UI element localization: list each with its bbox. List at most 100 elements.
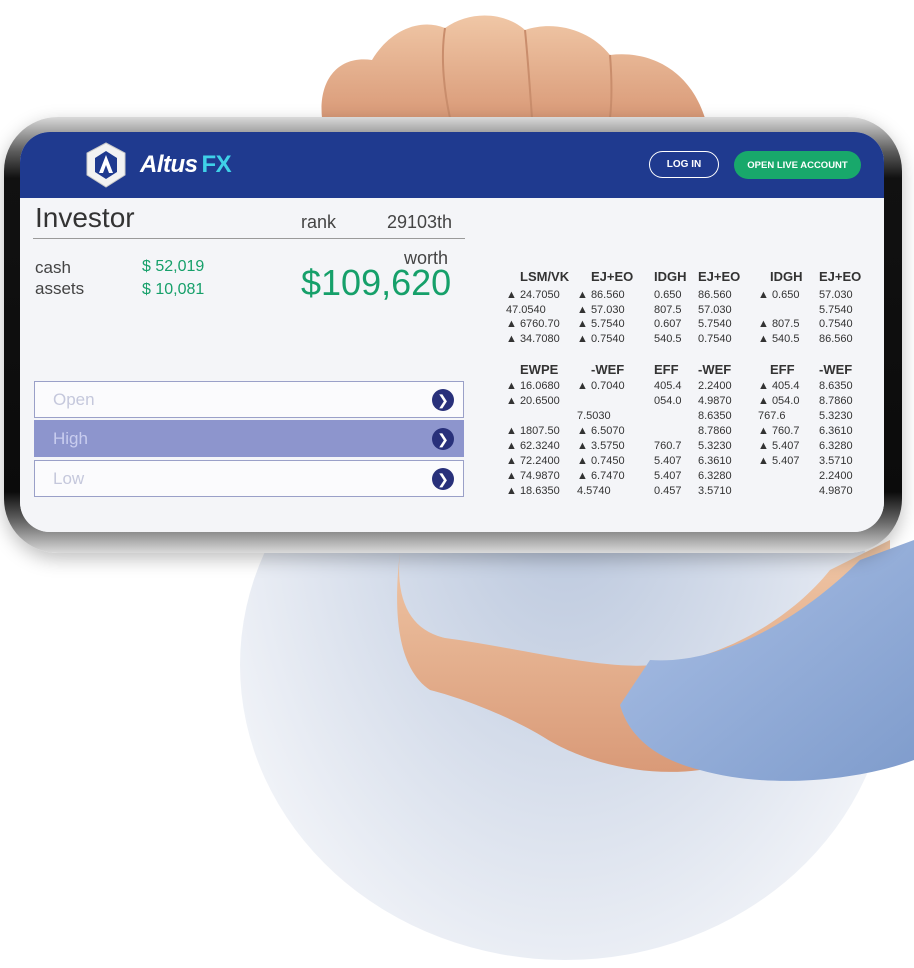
market-bottom-cell: 767.6: [758, 410, 786, 422]
cash-label: cash: [35, 258, 71, 277]
brand-name: Altus: [140, 151, 198, 178]
market-top-cell: ▲ 34.7080: [506, 333, 560, 346]
market-top-cell: 0.650: [654, 289, 682, 301]
market-top-cell: 807.5: [654, 303, 682, 316]
market-top-header: EJ+EO: [819, 269, 862, 284]
market-top-cell: ▲ 6760.70: [506, 318, 560, 331]
market-bottom-cell: ▲ 3.5750: [577, 440, 625, 452]
market-top-header: EJ+EO: [591, 269, 634, 284]
market-bottom-cell: 6.3280: [698, 470, 732, 482]
market-bottom-cell: 4.5740: [577, 485, 611, 497]
phone-screen: Altus FX LOG IN OPEN LIVE ACCOUNT Investo…: [20, 132, 884, 532]
market-bottom-cell: 5.3230: [698, 440, 732, 452]
chevron-right-icon[interactable]: ❯: [432, 428, 454, 450]
market-bottom-cell: 405.4: [654, 380, 682, 392]
market-top-cell: ▲ 807.5: [758, 318, 800, 331]
market-bottom-cell: 8.7860: [819, 395, 853, 407]
market-bottom-cell: ▲ 18.6350: [506, 485, 560, 497]
market-bottom-header: -WEF: [819, 362, 853, 377]
open-live-account-button[interactable]: OPEN LIVE ACCOUNT: [734, 151, 861, 179]
market-top-cell: 5.7540: [698, 318, 732, 331]
market-top-cell: ▲ 0.7540: [577, 333, 625, 346]
market-bottom-cell: 4.9870: [698, 395, 732, 407]
market-bottom-cell: ▲ 62.3240: [506, 440, 560, 452]
chevron-right-icon[interactable]: ❯: [432, 389, 454, 411]
market-bottom-cell: ▲ 5.407: [758, 455, 800, 467]
market-bottom-cell: 2.2400: [698, 380, 732, 392]
market-bottom-cell: 6.3280: [819, 440, 853, 452]
rank-label: rank: [301, 212, 337, 232]
option-low[interactable]: Low ❯: [34, 460, 464, 497]
market-bottom-cell: ▲ 0.7040: [577, 380, 625, 392]
market-bottom-cell: 5.407: [654, 470, 682, 482]
market-top-cell: 540.5: [654, 333, 682, 346]
market-bottom-header: -WEF: [591, 362, 625, 377]
market-bottom-cell: ▲ 6.5070: [577, 425, 625, 437]
market-top-cell: 57.030: [819, 289, 853, 301]
market-top-cell: 0.607: [654, 318, 682, 331]
market-bottom-header: EFF: [770, 362, 795, 377]
market-bottom-cell: 054.0: [654, 395, 682, 407]
market-top-cell: 0.7540: [819, 318, 853, 331]
market-bottom-cell: 5.407: [654, 455, 682, 467]
market-top-cell: 47.0540: [506, 303, 546, 316]
market-bottom-cell: ▲ 1807.50: [506, 425, 560, 437]
assets-label: assets: [35, 279, 85, 298]
chevron-right-icon[interactable]: ❯: [432, 468, 454, 490]
altus-shield-logo-icon: [86, 142, 126, 188]
market-bottom-header: EWPE: [520, 362, 559, 377]
market-top-header: IDGH: [770, 269, 803, 284]
market-bottom-cell: ▲ 0.7450: [577, 455, 625, 467]
option-high-label: High: [53, 429, 88, 448]
market-top-cell: ▲ 24.7050: [506, 289, 560, 301]
market-top-cell: ▲ 57.030: [577, 303, 625, 316]
market-bottom-cell: 7.5030: [577, 410, 611, 422]
profile-divider: [33, 238, 465, 239]
option-open-label: Open: [53, 390, 95, 409]
market-bottom-cell: 760.7: [654, 440, 682, 452]
market-bottom-cell: ▲ 74.9870: [506, 470, 560, 482]
market-bottom-cell: 2.2400: [819, 470, 853, 482]
market-bottom-cell: 0.457: [654, 485, 682, 497]
option-open[interactable]: Open ❯: [34, 381, 464, 418]
market-bottom-cell: 8.7860: [698, 425, 732, 437]
market-top-header: EJ+EO: [698, 269, 741, 284]
market-bottom-cell: ▲ 72.2400: [506, 455, 560, 467]
assets-value: $ 10,081: [142, 281, 205, 298]
market-bottom-cell: ▲ 6.7470: [577, 470, 625, 482]
market-bottom-cell: ▲ 054.0: [758, 395, 800, 407]
market-top-cell: ▲ 86.560: [577, 289, 625, 301]
market-top-cell: ▲ 5.7540: [577, 318, 625, 331]
market-top-cell: 86.560: [819, 333, 853, 346]
market-bottom-cell: ▲ 20.6500: [506, 395, 560, 407]
market-bottom-header: EFF: [654, 362, 679, 377]
market-bottom-cell: ▲ 16.0680: [506, 380, 560, 392]
market-bottom-header: -WEF: [698, 362, 732, 377]
login-button[interactable]: LOG IN: [649, 151, 719, 178]
market-top-cell: 0.7540: [698, 333, 732, 346]
market-top-cell: 57.030: [698, 303, 732, 316]
market-top-cell: 86.560: [698, 289, 732, 301]
market-bottom-cell: ▲ 760.7: [758, 425, 800, 437]
market-bottom-cell: 6.3610: [819, 425, 853, 437]
cash-value: $ 52,019: [142, 258, 205, 275]
market-top-cell: ▲ 0.650: [758, 289, 800, 301]
market-bottom-cell: 8.6350: [698, 410, 732, 422]
profile-title: Investor: [35, 202, 135, 233]
option-high[interactable]: High ❯: [34, 420, 464, 457]
worth-value: $109,620: [301, 262, 452, 303]
market-bottom-cell: ▲ 5.407: [758, 440, 800, 452]
market-bottom-cell: 6.3610: [698, 455, 732, 467]
rank-value: 29103th: [387, 212, 453, 232]
market-bottom-cell: 5.3230: [819, 410, 853, 422]
option-low-label: Low: [53, 469, 85, 488]
market-bottom-cell: 8.6350: [819, 380, 853, 392]
market-top-header: LSM/VK: [520, 269, 570, 284]
brand-suffix: FX: [201, 151, 232, 178]
brand-logo-text[interactable]: Altus FX: [140, 151, 232, 179]
market-bottom-cell: 4.9870: [819, 485, 853, 497]
market-top-header: IDGH: [654, 269, 687, 284]
market-bottom-cell: 3.5710: [698, 485, 732, 497]
market-top-cell: 5.7540: [819, 303, 853, 316]
market-top-cell: ▲ 540.5: [758, 333, 800, 346]
